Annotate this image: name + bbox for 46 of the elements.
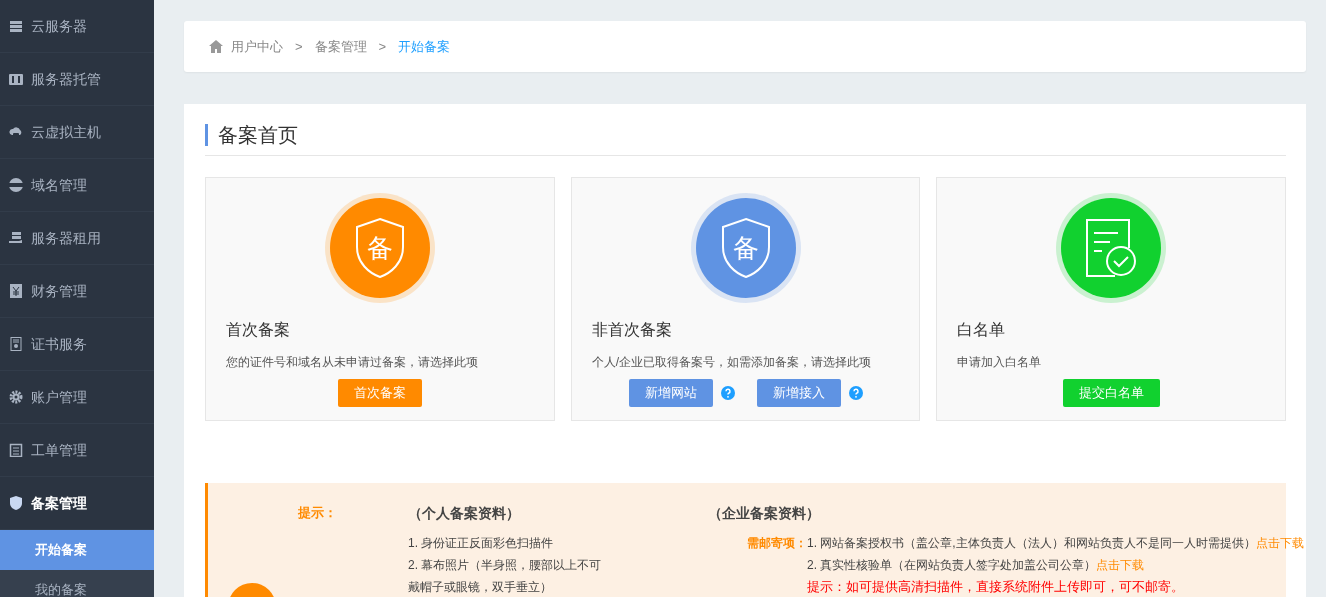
option-description: 个人/企业已取得备案号，如需添加备案，请选择此项 bbox=[591, 354, 872, 371]
certificate-icon bbox=[9, 337, 23, 351]
requirement-item: 2. 真实性核验单（在网站负责人签字处加盖公司公章）点击下载 bbox=[807, 557, 1146, 574]
sidebar-item[interactable]: 服务器租用 bbox=[0, 212, 154, 265]
rack-icon bbox=[9, 72, 23, 86]
requirement-item: 1. 网站备案授权书（盖公章,主体负责人（法人）和网站负责人不是同一人时需提供）点击下载 bbox=[807, 535, 1304, 552]
sidebar-item[interactable]: 财务管理 bbox=[0, 265, 154, 318]
sidebar-item[interactable]: 云虚拟主机 bbox=[0, 106, 154, 159]
sidebar-subitem[interactable]: 我的备案 bbox=[0, 570, 154, 597]
section-heading: （个人备案资料） bbox=[408, 504, 521, 523]
sidebar-item[interactable]: 云服务器 bbox=[0, 0, 154, 53]
breadcrumb-link[interactable]: 备案管理 bbox=[314, 36, 367, 57]
page-title: 备案首页 bbox=[205, 124, 1286, 146]
breadcrumb-separator: > bbox=[378, 37, 387, 56]
settings-icon bbox=[9, 390, 23, 404]
shield-glyph: 备 bbox=[732, 233, 759, 263]
section-heading: （企业备案资料） bbox=[708, 504, 821, 523]
sidebar-item[interactable]: 服务器托管 bbox=[0, 53, 154, 106]
option-title: 非首次备案 bbox=[591, 320, 673, 340]
sidebar-item[interactable]: 工单管理 bbox=[0, 424, 154, 477]
globe-icon bbox=[9, 178, 23, 192]
warning-note: 提示：如可提供高清扫描件，直接系统附件上传即可，可不邮寄。 bbox=[807, 578, 1185, 596]
help-icon[interactable] bbox=[848, 386, 863, 400]
option-title: 白名单 bbox=[957, 320, 1007, 340]
mail-label: 需邮寄项： bbox=[746, 535, 807, 552]
sidebar-item[interactable]: 域名管理 bbox=[0, 159, 154, 212]
option-title: 首次备案 bbox=[226, 320, 291, 340]
option-button[interactable]: 新增接入 bbox=[756, 379, 841, 407]
breadcrumb-separator: > bbox=[295, 37, 303, 56]
option-description: 您的证件号和域名从未申请过备案，请选择此项 bbox=[226, 354, 479, 371]
shield-glyph: 备 bbox=[366, 233, 393, 263]
notice-label: 提示： bbox=[298, 504, 338, 522]
breadcrumb-link[interactable]: 开始备案 bbox=[398, 36, 451, 57]
option-button[interactable]: 新增网站 bbox=[628, 379, 713, 407]
shield-icon bbox=[9, 496, 23, 510]
help-icon[interactable] bbox=[720, 386, 735, 400]
sidebar-subitem[interactable]: 开始备案 bbox=[0, 530, 154, 570]
home-icon bbox=[209, 40, 223, 53]
requirement-item: 2. 幕布照片（半身照，腰部以上不可戴帽子或眼镜，双手垂立） bbox=[408, 557, 603, 596]
sidebar-item[interactable]: 证书服务 bbox=[0, 318, 154, 371]
clipboard-icon bbox=[9, 443, 23, 457]
sidebar-item[interactable]: 账户管理 bbox=[0, 371, 154, 424]
breadcrumb-link[interactable]: 用户中心 bbox=[231, 36, 283, 57]
requirement-item: 1. 身份证正反面彩色扫描件 bbox=[408, 535, 555, 552]
server-icon bbox=[9, 19, 23, 33]
option-description: 申请加入白名单 bbox=[957, 354, 1043, 371]
